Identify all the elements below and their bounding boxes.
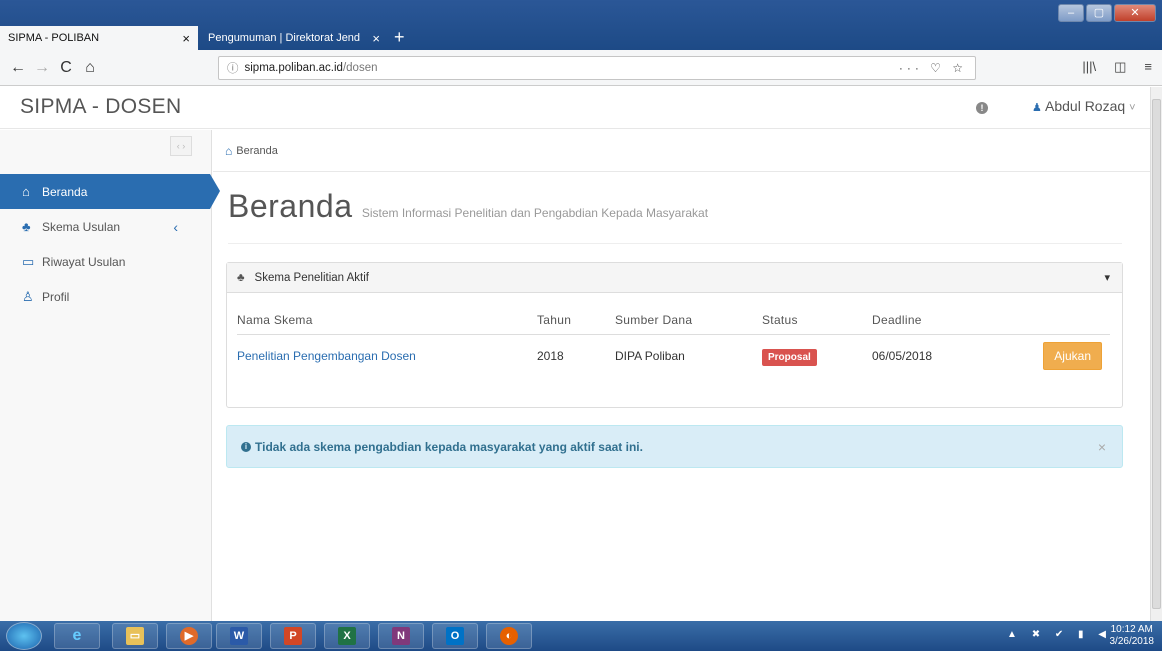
tab-sipma[interactable]: SIPMA - POLIBAN × [0, 26, 198, 50]
window-controls: – ▢ ✕ [1058, 4, 1156, 22]
close-icon[interactable]: × [1098, 439, 1106, 455]
home-icon: ⌂ [22, 184, 30, 199]
scrollbar-thumb[interactable] [1152, 99, 1161, 609]
sidebar: ‹ › ⌂ Beranda ♣ Skema Usulan ‹ ▭ Riwayat… [0, 130, 220, 621]
skema-table: Nama Skema Tahun Sumber Dana Status Dead… [237, 307, 1110, 378]
user-name: Abdul Rozaq [1045, 98, 1126, 114]
cell-nama: Penelitian Pengembangan Dosen [237, 334, 537, 378]
tab-close-icon[interactable]: × [372, 31, 380, 46]
sidebar-item-label: Profil [42, 289, 70, 304]
user-icon: ♟ [1032, 102, 1042, 114]
brand-title[interactable]: SIPMA - DOSEN [20, 95, 181, 119]
back-button[interactable]: ← [6, 59, 30, 77]
new-tab-button[interactable]: + [394, 26, 405, 48]
column-header: Sumber Dana [615, 307, 762, 335]
chevron-down-icon[interactable]: ▾ [1104, 271, 1110, 284]
sidebar-item-label: Beranda [42, 184, 88, 199]
breadcrumb: ⌂ Beranda [213, 130, 1150, 172]
breadcrumb-item[interactable]: Beranda [236, 145, 278, 157]
info-alert-text: Tidak ada skema pengabdian kepada masyar… [255, 439, 643, 454]
skema-link[interactable]: Penelitian Pengembangan Dosen [237, 349, 416, 363]
media-player-icon[interactable]: ▶ [166, 623, 212, 649]
cell-action: Ajukan [992, 334, 1110, 378]
start-button[interactable] [6, 622, 42, 650]
clock[interactable]: 10:12 AM 3/26/2018 [1110, 624, 1155, 648]
explorer-icon[interactable]: ▭ [112, 623, 158, 649]
cell-tahun: 2018 [537, 349, 564, 364]
browser-navbar: ← → C ⌂ ⓘ sipma.poliban.ac.id/dosen ··· … [0, 50, 1162, 86]
panel-title: Skema Penelitian Aktif [254, 271, 369, 284]
status-badge: Proposal [762, 349, 817, 367]
user-menu[interactable]: ♟ Abdul Rozaq ˅ [1032, 98, 1136, 114]
powerpoint-icon[interactable]: P [270, 623, 316, 649]
chevron-down-icon: ˅ [1129, 102, 1136, 114]
table-row: Penelitian Pengembangan Dosen 2018 DIPA … [237, 334, 1110, 378]
tab-title: Pengumuman | Direktorat Jend [208, 32, 361, 44]
sidebar-toggle-button[interactable]: ‹ › [170, 136, 192, 156]
tab-pengumuman[interactable]: Pengumuman | Direktorat Jend × [200, 26, 388, 50]
clock-date: 3/26/2018 [1109, 636, 1155, 647]
browser-tab-strip: SIPMA - POLIBAN × Pengumuman | Direktora… [0, 0, 1162, 50]
url-path: /dosen [342, 62, 378, 74]
menu-icon[interactable]: ≡ [1144, 59, 1152, 75]
sidebar-item-riwayat-usulan[interactable]: ▭ Riwayat Usulan [0, 244, 212, 279]
column-header: Status [762, 307, 872, 335]
column-header: Deadline [872, 307, 992, 335]
panel-header[interactable]: ♣ Skema Penelitian Aktif ▾ [227, 263, 1122, 293]
page-header: Beranda Sistem Informasi Penelitian dan … [228, 188, 1122, 244]
page-actions-icon[interactable]: ··· ♡ ☆ [899, 61, 967, 75]
tab-close-icon[interactable]: × [182, 31, 190, 46]
home-button[interactable]: ⌂ [78, 59, 102, 77]
page-scrollbar[interactable] [1150, 87, 1162, 621]
onenote-icon[interactable]: N [378, 623, 424, 649]
toolbar-right: |||\ ◫ ≡ [1082, 59, 1152, 75]
sidebar-icon[interactable]: ◫ [1114, 59, 1126, 75]
windows-taskbar: e ▭ ▶ W P X N O ◐ ▲ ✖ ✔ ▮ ◀ 10:12 AM 3/2… [0, 621, 1162, 651]
maximize-button[interactable]: ▢ [1086, 4, 1112, 22]
sidebar-item-label: Riwayat Usulan [42, 254, 126, 269]
sidebar-menu: ⌂ Beranda ♣ Skema Usulan ‹ ▭ Riwayat Usu… [0, 174, 220, 314]
column-header-action [992, 307, 1110, 335]
word-icon[interactable]: W [216, 623, 262, 649]
column-header: Tahun [537, 307, 615, 335]
info-alert: i Tidak ada skema pengabdian kepada masy… [226, 425, 1123, 468]
table-header-row: Nama Skema Tahun Sumber Dana Status Dead… [237, 307, 1110, 335]
page-title: Beranda [228, 188, 353, 224]
sidebar-item-skema-usulan[interactable]: ♣ Skema Usulan ‹ [0, 209, 212, 244]
reload-button[interactable]: C [54, 59, 78, 77]
url-domain: sipma.poliban.ac.id [244, 62, 343, 74]
sitemap-icon: ♣ [237, 271, 245, 284]
ajukan-button[interactable]: Ajukan [1043, 342, 1102, 371]
ie-icon[interactable]: e [54, 623, 100, 649]
excel-icon[interactable]: X [324, 623, 370, 649]
minimize-button[interactable]: – [1058, 4, 1084, 22]
library-icon[interactable]: |||\ [1082, 59, 1096, 75]
cell-sumber: DIPA Poliban [615, 349, 685, 364]
sitemap-icon: ♣ [22, 219, 31, 234]
clock-time: 10:12 AM [1110, 624, 1153, 635]
system-tray[interactable]: ▲ ✖ ✔ ▮ ◀ [1007, 629, 1112, 640]
cell-status: Proposal [762, 334, 872, 378]
cell-deadline: 06/05/2018 [872, 349, 933, 364]
info-icon[interactable]: ⓘ [227, 60, 239, 76]
firefox-icon[interactable]: ◐ [486, 623, 532, 649]
page-subtitle: Sistem Informasi Penelitian dan Pengabdi… [361, 206, 709, 220]
skema-panel: ♣ Skema Penelitian Aktif ▾ Nama Skema Ta… [226, 262, 1123, 408]
forward-button[interactable]: → [30, 59, 54, 77]
outlook-icon[interactable]: O [432, 623, 478, 649]
chevron-left-icon: ‹ [173, 218, 178, 235]
info-icon: i [241, 441, 251, 452]
column-header: Nama Skema [237, 307, 537, 335]
window-close-button[interactable]: ✕ [1114, 4, 1156, 22]
folder-icon: ▭ [22, 253, 35, 269]
sidebar-item-profil[interactable]: ♙ Profil [0, 279, 212, 314]
tab-title: SIPMA - POLIBAN [8, 32, 100, 44]
notification-icon[interactable]: ! [976, 102, 988, 114]
user-icon: ♙ [22, 288, 34, 304]
home-icon: ⌂ [225, 143, 233, 158]
sidebar-item-beranda[interactable]: ⌂ Beranda [0, 174, 220, 209]
app-header: SIPMA - DOSEN ! ♟ Abdul Rozaq ˅ [0, 87, 1150, 129]
url-bar[interactable]: ⓘ sipma.poliban.ac.id/dosen ··· ♡ ☆ [218, 56, 976, 80]
sidebar-item-label: Skema Usulan [42, 219, 121, 234]
